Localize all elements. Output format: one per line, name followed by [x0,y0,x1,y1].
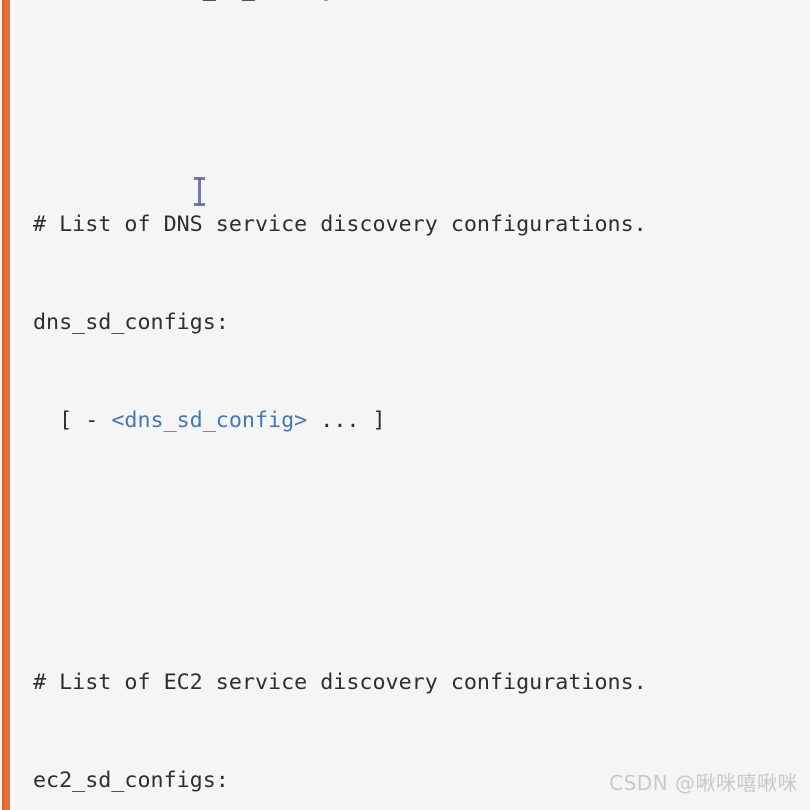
config-placeholder-link[interactable]: <dns_sd_config> [111,408,307,433]
code-value-prefix: [ - [33,408,112,434]
code-value-line: [ - <dns_sd_config> ... ] [33,405,810,438]
code-key-line: dns_sd_configs: [33,310,229,335]
code-comment-line: # List of EC2 service discovery configur… [33,669,647,695]
code-value-suffix: ... ] [307,408,386,434]
code-content[interactable]: # List of DNS service discovery configur… [33,0,810,810]
csdn-watermark: CSDN @啾咪嘻啾咪 [609,771,798,795]
code-block-accent-inner-stripe [10,0,14,810]
code-comment-line: # List of DNS service discovery configur… [33,211,647,237]
code-screenshot: [ - <consul_sd_config> ... ] # List of D… [0,0,810,810]
